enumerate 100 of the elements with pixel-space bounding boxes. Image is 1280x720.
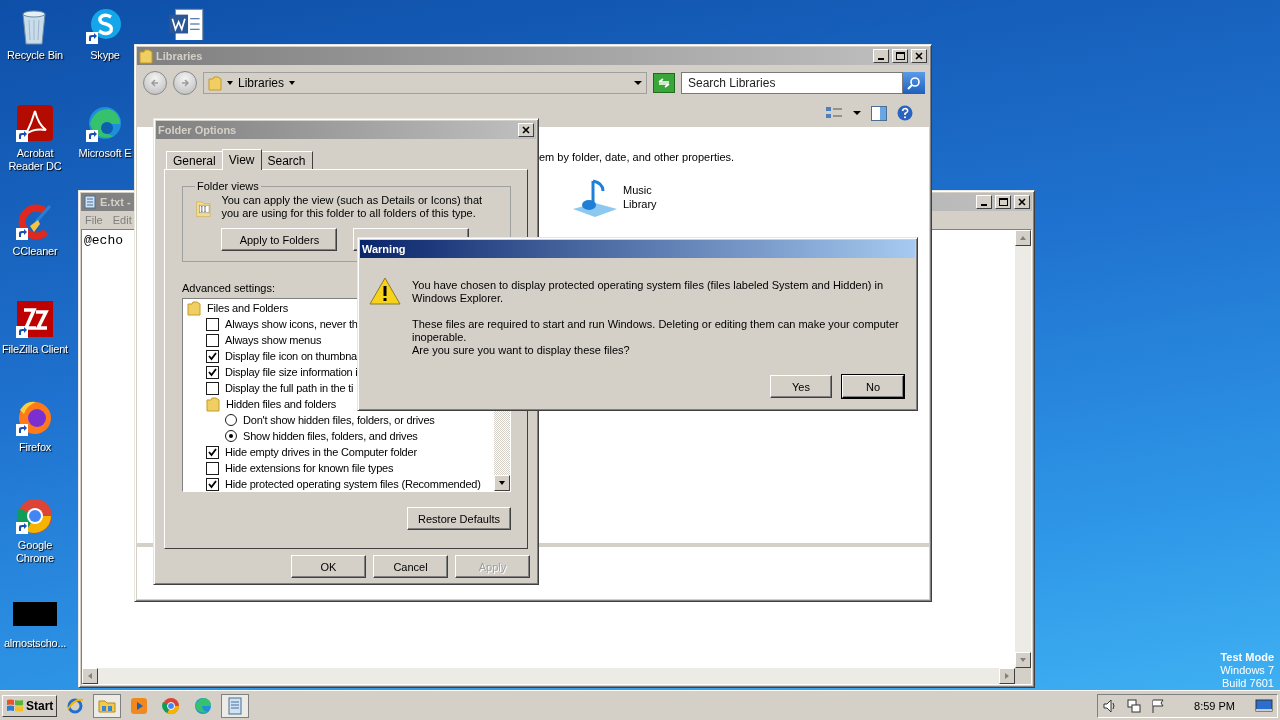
checkbox[interactable]: [206, 317, 219, 331]
maximize-button[interactable]: [892, 49, 908, 63]
desktop-icon-label: Microsoft E: [78, 147, 132, 160]
dialog-title: Warning: [362, 243, 406, 255]
folder-icon: [206, 396, 220, 412]
pane-icon: [871, 105, 887, 121]
desktop-icon-label: Skype: [90, 49, 120, 62]
setting-label: Files and Folders: [207, 302, 288, 314]
edge-icon: [193, 695, 214, 716]
help-icon: [897, 105, 913, 121]
setting-label: Hide empty drives in the Computer folder: [225, 446, 417, 458]
address-bar[interactable]: Libraries: [203, 72, 647, 94]
checkbox[interactable]: [206, 333, 219, 347]
network-icon[interactable]: [1126, 697, 1143, 714]
breadcrumb[interactable]: Libraries: [238, 76, 285, 90]
view-button[interactable]: [825, 105, 843, 121]
folder-icon: [187, 300, 201, 316]
watermark-text: Windows 7: [1220, 664, 1274, 677]
setting-label: Always show menus: [225, 334, 322, 346]
minimize-button[interactable]: [976, 195, 992, 209]
explorer-taskbar-button[interactable]: [93, 693, 122, 718]
checkbox[interactable]: [206, 365, 219, 379]
close-icon: [915, 52, 923, 60]
horizontal-scrollbar[interactable]: [82, 668, 1015, 684]
forward-button[interactable]: [173, 71, 197, 95]
clock[interactable]: 8:59 PM: [1174, 699, 1247, 712]
warning-message: You have chosen to display protected operating system files (files labeled System and Hidden) in Windows Explorer.: [412, 279, 885, 305]
desktop-icon-label: Google Chrome: [15, 539, 55, 565]
folder-views-text: You can apply the view (such as Details or Icons) that you are using for this folder to all folders of this type.: [221, 194, 484, 220]
chrome-icon: [161, 695, 182, 716]
search-button[interactable]: [903, 72, 925, 94]
notepad-taskbar-button[interactable]: [221, 693, 250, 718]
setting-label: Show hidden files, folders, and drives: [243, 430, 418, 442]
caret-icon[interactable]: [853, 110, 861, 116]
close-button[interactable]: [518, 123, 534, 137]
radio-button[interactable]: [225, 430, 237, 442]
checkbox[interactable]: [206, 381, 219, 395]
apply-to-folders-button[interactable]: Apply to Folders: [221, 228, 338, 251]
desktop-icon-label: Acrobat Reader DC: [7, 147, 63, 173]
window-title: E.txt -: [100, 196, 131, 208]
restore-defaults-button[interactable]: Restore Defaults: [407, 507, 511, 530]
minimize-button[interactable]: [873, 49, 889, 63]
desktop-icon-label: almostscho...: [3, 637, 67, 650]
library-icon: [208, 75, 222, 91]
section-label: Advanced settings:: [182, 282, 275, 294]
show-desktop-icon[interactable]: [1255, 697, 1273, 714]
tab[interactable]: General: [166, 151, 223, 169]
close-button[interactable]: [911, 49, 927, 63]
file-text: @echo: [84, 233, 123, 248]
refresh-button[interactable]: [653, 73, 675, 93]
notepad-icon: [83, 195, 97, 209]
setting-label: Hide protected operating system files (Recommended): [225, 478, 481, 490]
refresh-icon: [657, 77, 671, 89]
maximize-button[interactable]: [995, 195, 1011, 209]
checkbox[interactable]: [206, 461, 219, 475]
tab[interactable]: Search: [260, 151, 313, 169]
setting-label: Display the full path in the ti: [225, 382, 354, 394]
warning-message: These files are required to start and run Windows. Deleting or editing them can make your computer inoperable.: [412, 318, 900, 344]
back-arrow-icon: [150, 78, 160, 88]
setting-label: Hidden files and folders: [226, 398, 337, 410]
preview-pane-button[interactable]: [871, 105, 887, 121]
dialog-button[interactable]: OK: [291, 555, 366, 578]
checkbox[interactable]: [206, 445, 219, 459]
help-button[interactable]: [897, 105, 913, 121]
down-arrow-icon: [498, 479, 506, 487]
checkbox[interactable]: [206, 477, 219, 491]
vertical-scrollbar[interactable]: [1015, 230, 1031, 668]
left-arrow-icon: [86, 672, 94, 680]
start-button[interactable]: Start: [2, 694, 58, 717]
close-icon: [522, 126, 530, 134]
view-icon: [825, 105, 843, 121]
search-field[interactable]: Search Libraries: [681, 72, 903, 94]
flag-logo-icon: [6, 697, 24, 714]
setting-label: Display file size information i: [225, 366, 358, 378]
checkbox[interactable]: [206, 349, 219, 363]
maximize-icon: [895, 52, 905, 60]
dialog-button[interactable]: No: [842, 375, 904, 398]
check-mark-icon: [208, 447, 217, 457]
warning-message: Are you sure you want to display these files?: [412, 344, 631, 357]
close-button[interactable]: [1014, 195, 1030, 209]
caret-icon: [289, 80, 296, 86]
desktop-icon-label: CCleaner: [12, 245, 58, 258]
caret-icon: [227, 80, 233, 86]
search-icon: [907, 76, 921, 90]
dialog-button[interactable]: Yes: [770, 375, 832, 398]
up-arrow-icon: [1019, 234, 1027, 242]
dialog-button[interactable]: Cancel: [373, 555, 448, 578]
flag-icon[interactable]: [1150, 697, 1167, 714]
library-icon: [139, 48, 153, 64]
dropdown-icon[interactable]: [634, 80, 642, 86]
tab[interactable]: View: [221, 149, 262, 170]
radio-button[interactable]: [225, 414, 237, 426]
library-label[interactable]: Music Library: [623, 175, 657, 211]
desktop-icon-label: FileZilla Client: [2, 343, 68, 356]
watermark-text: Build 7601: [1222, 677, 1274, 690]
back-button[interactable]: [143, 71, 167, 95]
down-arrow-icon: [1019, 656, 1027, 664]
desktop-icon-label: Firefox: [18, 441, 52, 454]
library-description: em by folder, date, and other properties.: [539, 151, 736, 163]
watermark-text: Test Mode: [1220, 651, 1274, 664]
